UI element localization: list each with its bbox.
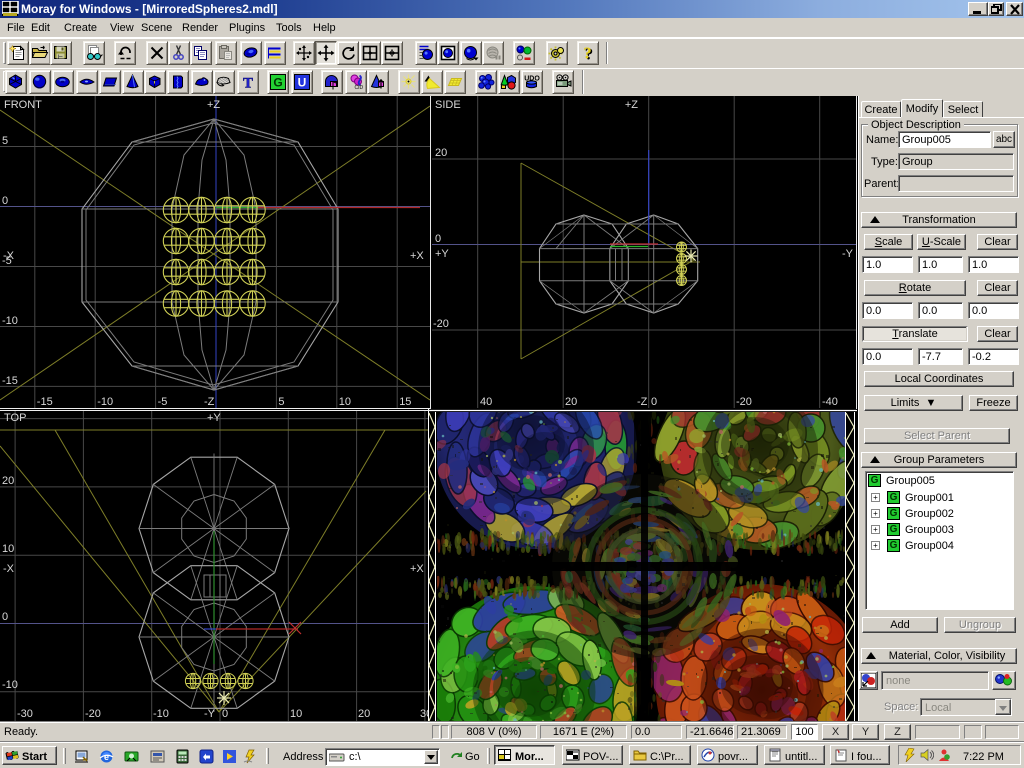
svg-text:20: 20 [2,475,14,487]
svg-text:0: 0 [2,195,8,207]
svg-text:-5: -5 [158,396,168,408]
svg-text:-20: -20 [85,708,101,720]
svg-text:-Z: -Z [637,396,648,408]
svg-text:-15: -15 [2,375,18,387]
svg-text:-30: -30 [17,708,33,720]
svg-text:?: ? [583,45,592,62]
svg-text:+Y: +Y [207,412,221,424]
svg-text:-10: -10 [153,708,169,720]
svg-text:20: 20 [358,708,370,720]
svg-text:+X: +X [410,250,424,262]
svg-text:-Z: -Z [204,396,215,408]
svg-text:-10: -10 [97,396,113,408]
svg-text:0: 0 [435,233,441,245]
svg-text:+Z: +Z [625,99,638,111]
svg-text:20: 20 [435,147,447,159]
svg-text:TOP: TOP [4,412,26,424]
svg-text:FRONT: FRONT [4,99,42,111]
svg-text:10: 10 [290,708,302,720]
svg-text:G: G [273,76,282,90]
svg-text:5: 5 [2,135,8,147]
svg-text:-X: -X [3,250,15,262]
svg-text:-20: -20 [433,318,449,330]
svg-text:+X: +X [410,563,424,575]
svg-text:-20: -20 [736,396,752,408]
svg-text:10: 10 [339,396,351,408]
svg-text:10: 10 [2,543,14,555]
svg-text:-Y: -Y [842,248,854,260]
svg-text:e: e [104,752,109,762]
svg-text:SIDE: SIDE [435,99,461,111]
svg-text:40: 40 [480,396,492,408]
svg-text:T: T [243,76,253,91]
svg-text:-40: -40 [822,396,838,408]
svg-text:-X: -X [3,563,15,575]
svg-text:-10: -10 [2,679,18,691]
svg-text:+Z: +Z [207,99,220,111]
svg-text:-15: -15 [37,396,53,408]
svg-text:CID: CID [355,85,364,91]
svg-text:0: 0 [651,396,657,408]
svg-text:-10: -10 [2,315,18,327]
svg-text:0: 0 [222,708,228,720]
svg-text:-Y: -Y [204,708,216,720]
svg-text:20: 20 [565,396,577,408]
svg-text:0: 0 [2,611,8,623]
svg-text:15: 15 [399,396,411,408]
svg-text:5: 5 [278,396,284,408]
svg-text:U: U [298,76,307,90]
svg-text:+Y: +Y [435,248,449,260]
